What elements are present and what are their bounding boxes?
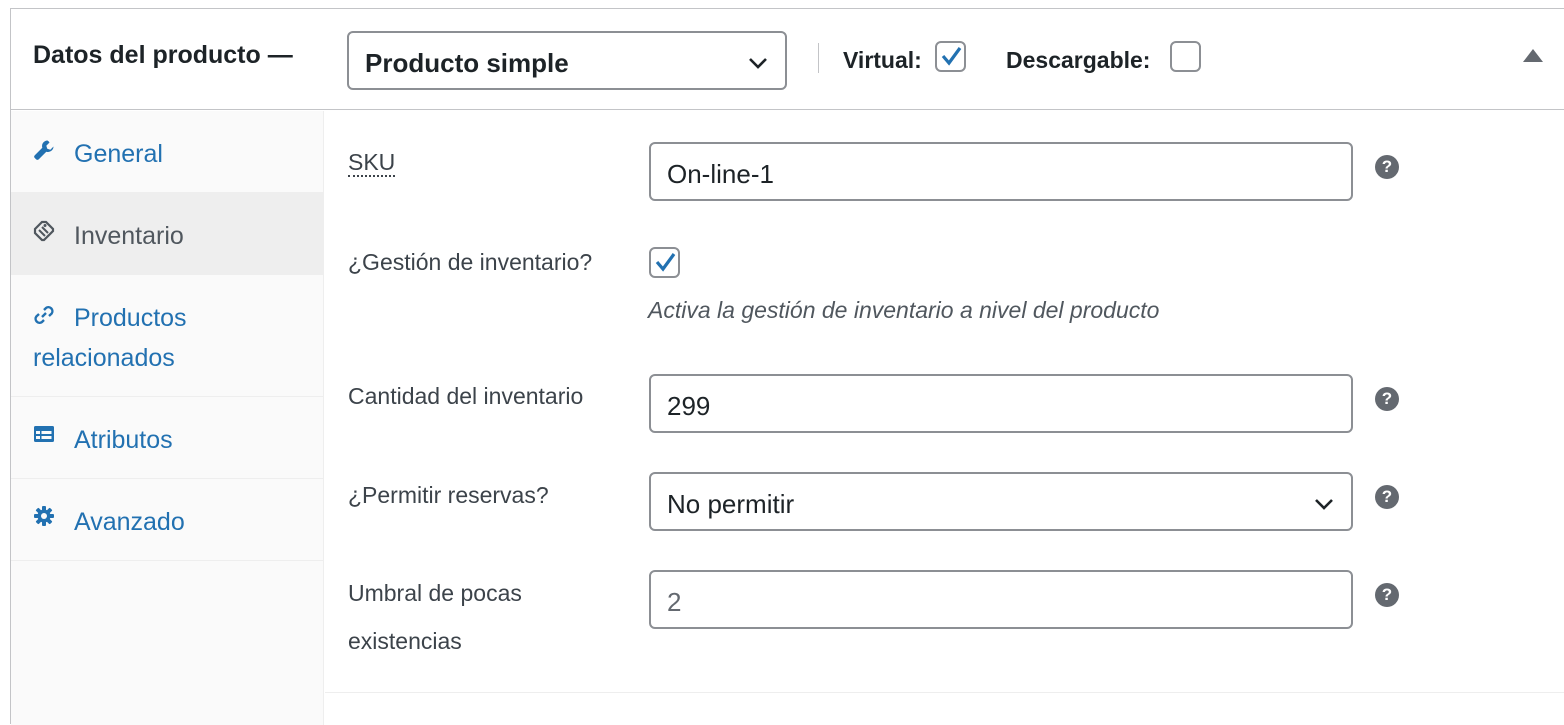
checkmark-icon (655, 253, 676, 272)
tab-general[interactable]: General (11, 111, 323, 193)
virtual-checkbox[interactable] (935, 41, 966, 72)
help-icon[interactable]: ? (1375, 387, 1399, 411)
low-stock-input[interactable]: 2 (649, 570, 1353, 629)
sku-label: SKU (348, 147, 396, 177)
panel-header: Datos del producto — Producto simple Vir… (11, 9, 1564, 110)
chevron-down-icon (1315, 499, 1333, 510)
manage-stock-label: ¿Gestión de inventario? (348, 249, 593, 275)
downloadable-checkbox[interactable] (1170, 41, 1201, 72)
backorders-select[interactable]: No permitir (649, 472, 1353, 531)
backorders-value: No permitir (667, 489, 795, 519)
header-divider (818, 43, 819, 73)
tab-atributos[interactable]: Atributos (11, 397, 323, 479)
tag-icon (33, 220, 55, 242)
chevron-down-icon (749, 58, 767, 69)
product-type-select[interactable]: Producto simple (347, 31, 787, 90)
virtual-label: Virtual: (843, 47, 922, 73)
sku-value: On-line-1 (667, 159, 774, 189)
tab-productos-relacionados[interactable]: Productos relacionados (11, 275, 323, 397)
help-icon[interactable]: ? (1375, 583, 1399, 607)
help-icon[interactable]: ? (1375, 485, 1399, 509)
low-stock-label-line2: existencias (348, 628, 462, 654)
tab-avanzado[interactable]: Avanzado (11, 479, 323, 561)
panel-title: Datos del producto — (33, 41, 293, 69)
manage-stock-checkbox[interactable] (649, 247, 680, 278)
tab-atributos-label: Atributos (74, 426, 173, 454)
product-data-tabs: General Inventario Productos relacionado… (11, 111, 324, 725)
low-stock-value: 2 (667, 587, 682, 617)
collapse-toggle-icon[interactable] (1523, 49, 1543, 62)
tab-related-label-line1: Productos (74, 304, 187, 332)
list-view-icon (34, 426, 54, 442)
product-type-value: Producto simple (365, 48, 569, 78)
tab-general-label: General (74, 140, 163, 168)
stock-quantity-input[interactable]: 299 (649, 374, 1353, 433)
checkmark-icon (941, 47, 962, 66)
tab-inventario[interactable]: Inventario (11, 193, 323, 275)
tab-avanzado-label: Avanzado (74, 508, 185, 536)
help-icon[interactable]: ? (1375, 155, 1399, 179)
tab-inventario-label: Inventario (74, 222, 184, 250)
sku-label-text: SKU (348, 149, 396, 177)
backorders-label: ¿Permitir reservas? (348, 482, 549, 508)
gear-icon (34, 506, 54, 526)
manage-stock-description: Activa la gestión de inventario a nivel … (648, 297, 1160, 323)
product-data-panel: Datos del producto — Producto simple Vir… (10, 8, 1564, 725)
tab-related-label-line2: relacionados (33, 344, 175, 372)
sku-input[interactable]: On-line-1 (649, 142, 1353, 201)
stock-quantity-label: Cantidad del inventario (348, 383, 584, 409)
link-icon (34, 306, 54, 324)
low-stock-label-line1: Umbral de pocas (348, 580, 522, 606)
downloadable-label: Descargable: (1006, 47, 1151, 73)
stock-quantity-value: 299 (667, 391, 711, 421)
inventory-form: SKU On-line-1 ? ¿Gestión de inventario? … (325, 111, 1564, 693)
wrench-icon (34, 140, 54, 160)
